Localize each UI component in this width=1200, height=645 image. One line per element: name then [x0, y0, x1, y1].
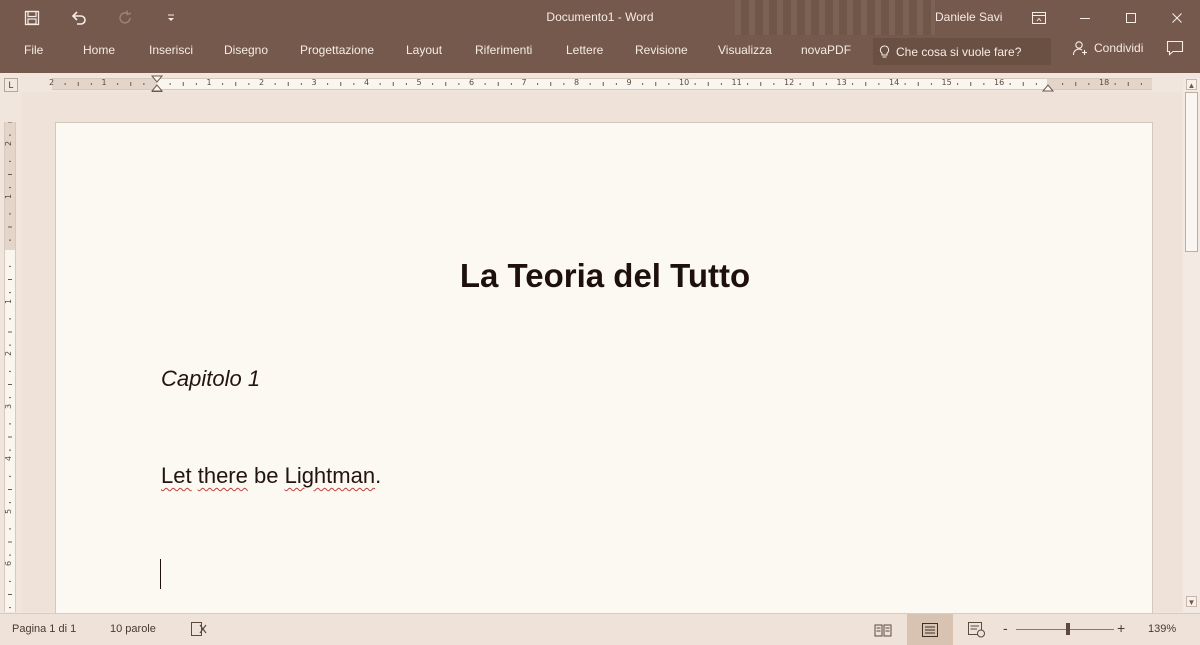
zoom-level[interactable]: 139%: [1148, 623, 1176, 635]
word-count[interactable]: 10 parole: [110, 623, 156, 635]
zoom-slider-track[interactable]: [1016, 629, 1114, 630]
tab-selector[interactable]: L: [4, 78, 18, 92]
tell-me-placeholder: Che cosa si vuole fare?: [896, 44, 1022, 59]
web-layout-icon: [968, 621, 985, 637]
ruler-number: 15: [941, 78, 952, 87]
scroll-down-icon[interactable]: ▼: [1186, 596, 1197, 607]
print-layout-icon: [922, 622, 938, 637]
document-heading[interactable]: La Teoria del Tutto: [56, 257, 1154, 295]
ruler-number: 8: [574, 78, 580, 87]
vertical-ruler[interactable]: 2 1 1 2 3 4 5 6: [4, 122, 16, 612]
ruler-number: 13: [836, 78, 847, 87]
tab-visualizza[interactable]: Visualizza: [718, 43, 772, 57]
book-icon: [874, 624, 892, 636]
proofing-icon: [191, 622, 207, 636]
status-bar: Pagina 1 di 1 10 parole - + 139%: [0, 613, 1200, 645]
web-layout-button[interactable]: [954, 614, 1000, 645]
ruler-number: 7: [521, 78, 527, 87]
ruler-number: 2: [49, 78, 55, 87]
title-bar: Documento1 - Word Daniele Savi: [0, 0, 1200, 35]
ribbon-display-options-button[interactable]: [1016, 0, 1062, 35]
tab-progettazione[interactable]: Progettazione: [300, 43, 374, 57]
chapter-heading[interactable]: Capitolo 1: [161, 366, 260, 392]
ruler-number: 11: [731, 78, 742, 87]
ruler-number: 3: [4, 403, 14, 409]
body-text: be: [247, 463, 285, 488]
scroll-thumb[interactable]: [1185, 92, 1198, 252]
ruler-number: 3: [311, 78, 317, 87]
horizontal-ruler[interactable]: 2 1 1 2 3 4 5 6 7 8 9 10 11 12 13 14 15 16 18: [49, 75, 1152, 97]
tab-novapdf[interactable]: novaPDF: [801, 43, 851, 57]
ruler-number: 14: [889, 78, 900, 87]
zoom-in-button[interactable]: +: [1117, 620, 1125, 636]
close-button[interactable]: [1154, 0, 1200, 35]
user-name[interactable]: Daniele Savi: [935, 10, 1002, 24]
right-indent-marker-icon[interactable]: [1042, 82, 1054, 92]
page-count[interactable]: Pagina 1 di 1: [12, 623, 76, 635]
vertical-scrollbar[interactable]: ▲ ▼: [1183, 78, 1200, 612]
share-person-icon: [1072, 41, 1087, 56]
maximize-button[interactable]: [1108, 0, 1154, 35]
body-punctuation: .: [375, 463, 382, 488]
ruler-number: 6: [4, 560, 14, 567]
ruler-number: 6: [469, 78, 475, 87]
ruler-number: 5: [4, 508, 14, 514]
misspelled-word[interactable]: Let: [161, 463, 192, 488]
ruler-number: 1: [206, 78, 212, 87]
body-paragraph[interactable]: Let there be Lightman.: [161, 463, 381, 489]
zoom-slider-thumb[interactable]: [1066, 623, 1070, 635]
zoom-out-button[interactable]: -: [1003, 620, 1008, 636]
ruler-number: 5: [416, 78, 422, 87]
ribbon-tabs: File Home Inserisci Disegno Progettazion…: [0, 35, 1200, 73]
tab-disegno[interactable]: Disegno: [224, 43, 268, 57]
ruler-number: 1: [101, 78, 107, 87]
ruler-ticks: [64, 82, 1142, 86]
read-mode-button[interactable]: [860, 614, 906, 645]
document-page[interactable]: La Teoria del Tutto Capitolo 1 Let there…: [55, 122, 1153, 614]
ruler-number: 1: [4, 298, 14, 304]
ruler-number: 2: [259, 78, 265, 87]
minimize-icon: [1080, 17, 1090, 19]
ruler-number: 2: [4, 140, 14, 147]
close-icon: [1172, 12, 1182, 23]
minimize-button[interactable]: [1062, 0, 1108, 35]
proofing-button[interactable]: [190, 621, 208, 640]
tab-layout[interactable]: Layout: [406, 43, 442, 57]
ruler-number: 16: [994, 78, 1005, 87]
tab-inserisci[interactable]: Inserisci: [149, 43, 193, 57]
ruler-number: 18: [1099, 78, 1110, 87]
ruler-number: 12: [784, 78, 795, 87]
tab-lettere[interactable]: Lettere: [566, 43, 603, 57]
tab-riferimenti[interactable]: Riferimenti: [475, 43, 532, 57]
misspelled-word[interactable]: there: [198, 463, 248, 488]
share-label: Condividi: [1094, 41, 1144, 55]
tab-revisione[interactable]: Revisione: [635, 43, 688, 57]
tab-file[interactable]: File: [24, 43, 43, 57]
ribbon-display-icon: [1032, 11, 1046, 24]
scroll-up-icon[interactable]: ▲: [1186, 79, 1197, 90]
misspelled-word[interactable]: Lightman: [285, 463, 376, 488]
ruler-number: 10: [679, 78, 690, 87]
tab-home[interactable]: Home: [83, 43, 115, 57]
ruler-number: 9: [626, 78, 632, 87]
print-layout-button[interactable]: [907, 614, 953, 645]
ruler-number: 2: [4, 350, 14, 357]
text-cursor: [160, 559, 161, 589]
ruler-number: 4: [4, 455, 14, 462]
ruler-number: 4: [364, 78, 370, 87]
tell-me-search[interactable]: Che cosa si vuole fare?: [873, 38, 1051, 65]
ruler-number: 1: [4, 193, 14, 199]
lightbulb-icon: [879, 44, 890, 57]
comment-icon: [1166, 40, 1184, 56]
comments-button[interactable]: [1166, 40, 1184, 61]
maximize-icon: [1126, 12, 1136, 23]
share-button[interactable]: Condividi: [1072, 40, 1143, 56]
